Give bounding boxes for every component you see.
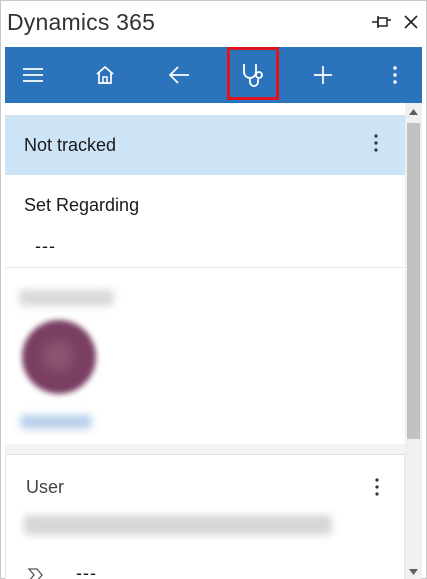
scroll-up-button[interactable]	[405, 103, 422, 120]
set-regarding-value[interactable]: ---	[35, 236, 56, 257]
vertical-scrollbar[interactable]	[405, 103, 422, 579]
more-icon	[393, 66, 397, 84]
highlight-box	[227, 47, 279, 100]
pin-icon	[372, 16, 391, 28]
back-button[interactable]	[151, 47, 207, 103]
redacted-user-name	[24, 515, 332, 535]
redacted-heading	[19, 290, 114, 306]
more-icon	[375, 478, 379, 496]
user-card: User ---	[5, 454, 405, 579]
user-card-value: ---	[76, 563, 97, 579]
home-button[interactable]	[77, 47, 133, 103]
chevron-right-icon	[26, 565, 46, 579]
main-panel: Not tracked Set Regarding --- User ---	[5, 103, 405, 579]
window-title: Dynamics 365	[7, 9, 156, 35]
close-icon	[404, 15, 418, 29]
triangle-down-icon	[409, 568, 418, 575]
add-button[interactable]	[295, 47, 351, 103]
avatar-initials-blur	[43, 341, 73, 371]
redacted-link[interactable]	[20, 415, 92, 429]
pin-button[interactable]	[370, 11, 394, 33]
title-bar: Dynamics 365	[1, 1, 426, 47]
more-button[interactable]	[367, 47, 423, 103]
home-icon	[96, 66, 114, 84]
section-gap	[5, 444, 405, 454]
user-more-button[interactable]	[367, 475, 387, 499]
close-button[interactable]	[401, 11, 421, 33]
back-icon	[168, 66, 189, 84]
tracking-more-button[interactable]	[366, 131, 386, 155]
user-card-label: User	[26, 477, 65, 497]
menu-icon	[23, 68, 43, 82]
command-toolbar	[5, 47, 422, 103]
divider	[5, 267, 405, 268]
add-icon	[314, 66, 332, 84]
tracking-status-bar: Not tracked	[5, 115, 405, 175]
scroll-down-button[interactable]	[405, 563, 422, 579]
set-regarding-label: Set Regarding	[24, 195, 140, 215]
app-window: Dynamics 365 Not tracked Set Regarding -…	[0, 0, 427, 579]
more-icon	[374, 134, 378, 152]
scrollbar-thumb[interactable]	[407, 123, 420, 439]
triangle-up-icon	[409, 108, 418, 115]
menu-button[interactable]	[5, 47, 61, 103]
tracking-status-label: Not tracked	[24, 135, 117, 155]
